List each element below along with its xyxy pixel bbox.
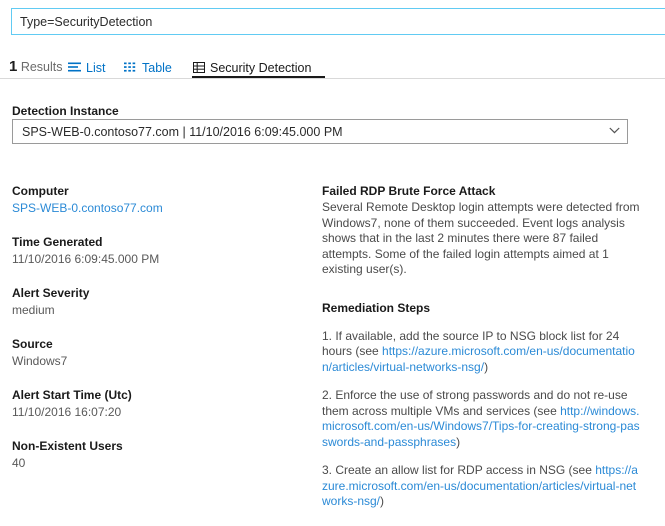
search-bar	[11, 8, 665, 35]
remediation-steps-title: Remediation Steps	[322, 300, 431, 315]
tab-security-detection[interactable]: Security Detection	[193, 57, 311, 78]
property-value: 40	[12, 456, 26, 470]
detection-instance-value: SPS-WEB-0.contoso77.com | 11/10/2016 6:0…	[22, 124, 343, 139]
detection-description: Failed RDP Brute Force Attack Several Re…	[322, 183, 642, 278]
remediation-step-text-after: )	[456, 434, 461, 449]
tab-row-divider	[0, 78, 665, 79]
property-value: Windows7	[12, 354, 68, 368]
property-source: Source Windows7	[12, 336, 312, 369]
detection-description-title: Failed RDP Brute Force Attack	[322, 184, 496, 198]
remediation-step-text-after: )	[380, 494, 385, 508]
tab-list[interactable]: List	[68, 57, 105, 78]
property-alert-severity: Alert Severity medium	[12, 285, 312, 318]
remediation-step: 1. If available, add the source IP to NS…	[322, 329, 642, 376]
tab-list-label: List	[86, 60, 106, 75]
property-alert-start-time: Alert Start Time (Utc) 11/10/2016 16:07:…	[12, 387, 312, 420]
property-label: Computer	[12, 184, 69, 198]
property-value: 11/10/2016 16:07:20	[12, 405, 122, 419]
results-count: 1 Results	[9, 58, 63, 76]
property-label: Source	[12, 337, 53, 351]
grid-icon	[193, 62, 205, 73]
tab-security-detection-label: Security Detection	[210, 60, 312, 75]
detail-left-column: Computer SPS-WEB-0.contoso77.com Time Ge…	[12, 183, 312, 489]
property-value: 11/10/2016 6:09:45.000 PM	[12, 252, 160, 266]
detection-instance-select[interactable]: SPS-WEB-0.contoso77.com | 11/10/2016 6:0…	[12, 119, 628, 144]
property-non-existent-users: Non-Existent Users 40	[12, 438, 312, 471]
property-time-generated: Time Generated 11/10/2016 6:09:45.000 PM	[12, 234, 312, 267]
remediation-step-text: 3. Create an allow list for RDP access i…	[322, 463, 596, 477]
search-input[interactable]	[11, 8, 665, 35]
property-value: medium	[12, 303, 55, 317]
tab-table[interactable]: Table	[124, 57, 172, 78]
chevron-down-icon	[601, 127, 627, 137]
property-label: Alert Severity	[12, 286, 90, 300]
tab-table-label: Table	[142, 60, 172, 75]
table-grid-icon	[124, 62, 137, 73]
remediation-step: 2. Enforce the use of strong passwords a…	[322, 388, 642, 450]
list-icon	[68, 62, 81, 73]
property-label: Alert Start Time (Utc)	[12, 388, 132, 402]
detail-right-column: Failed RDP Brute Force Attack Several Re…	[322, 183, 642, 526]
results-count-label: Results	[20, 60, 63, 74]
property-computer: Computer SPS-WEB-0.contoso77.com	[12, 183, 312, 216]
remediation-step: 3. Create an allow list for RDP access i…	[322, 463, 642, 510]
detection-description-body: Several Remote Desktop login attempts we…	[322, 200, 640, 276]
property-label: Non-Existent Users	[12, 439, 123, 453]
detection-instance-label: Detection Instance	[12, 104, 119, 118]
remediation-steps: Remediation Steps 1. If available, add t…	[322, 300, 642, 510]
property-label: Time Generated	[12, 235, 103, 249]
remediation-step-text-after: )	[484, 359, 489, 374]
property-value-computer-link[interactable]: SPS-WEB-0.contoso77.com	[12, 200, 312, 216]
